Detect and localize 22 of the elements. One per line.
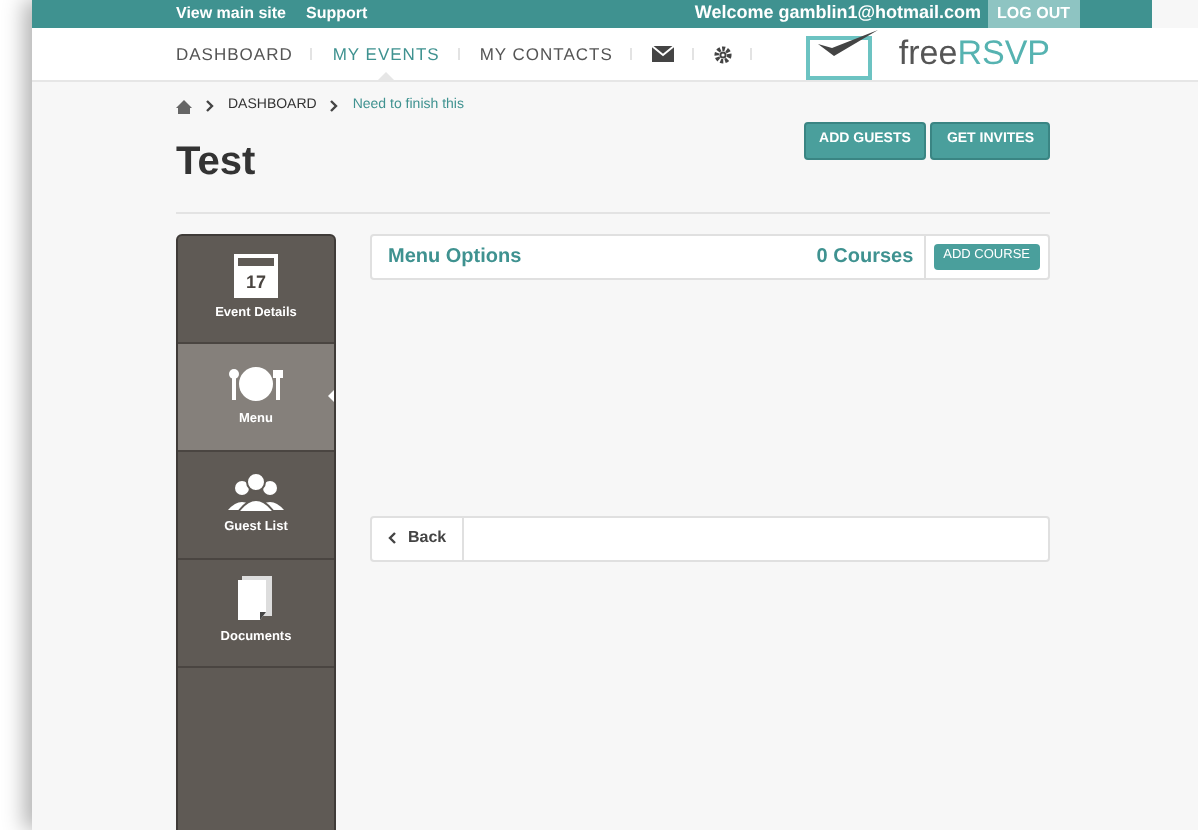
document-icon [238,576,274,623]
nav-tab[interactable]: DASHBOARD [176,28,313,80]
welcome-text: Welcome gamblin1@hotmail.com [694,0,982,27]
nav-tab[interactable]: MY CONTACTS [459,28,633,80]
envelope-check-logo-icon [806,28,879,80]
course-count: 0 Courses [816,243,914,271]
nav-tab[interactable]: MY EVENTS [312,28,460,80]
back-button[interactable]: Back [372,517,465,559]
mail-icon [652,46,675,62]
calendar-icon: 17 [234,253,278,298]
settings-icon [714,45,733,63]
chevron-right-icon [330,100,339,113]
top-link[interactable]: Support [306,2,368,26]
chevron-left-icon [388,532,396,544]
chevron-right-icon [206,100,214,113]
page-title: Test [176,137,256,187]
panel-title: Menu Options [388,243,522,271]
plate-cutlery-icon [226,363,286,404]
logo-text: freeRSVP [898,32,1050,77]
people-icon [228,471,284,512]
top-link[interactable]: View main site [176,2,286,26]
home-icon [176,99,192,114]
